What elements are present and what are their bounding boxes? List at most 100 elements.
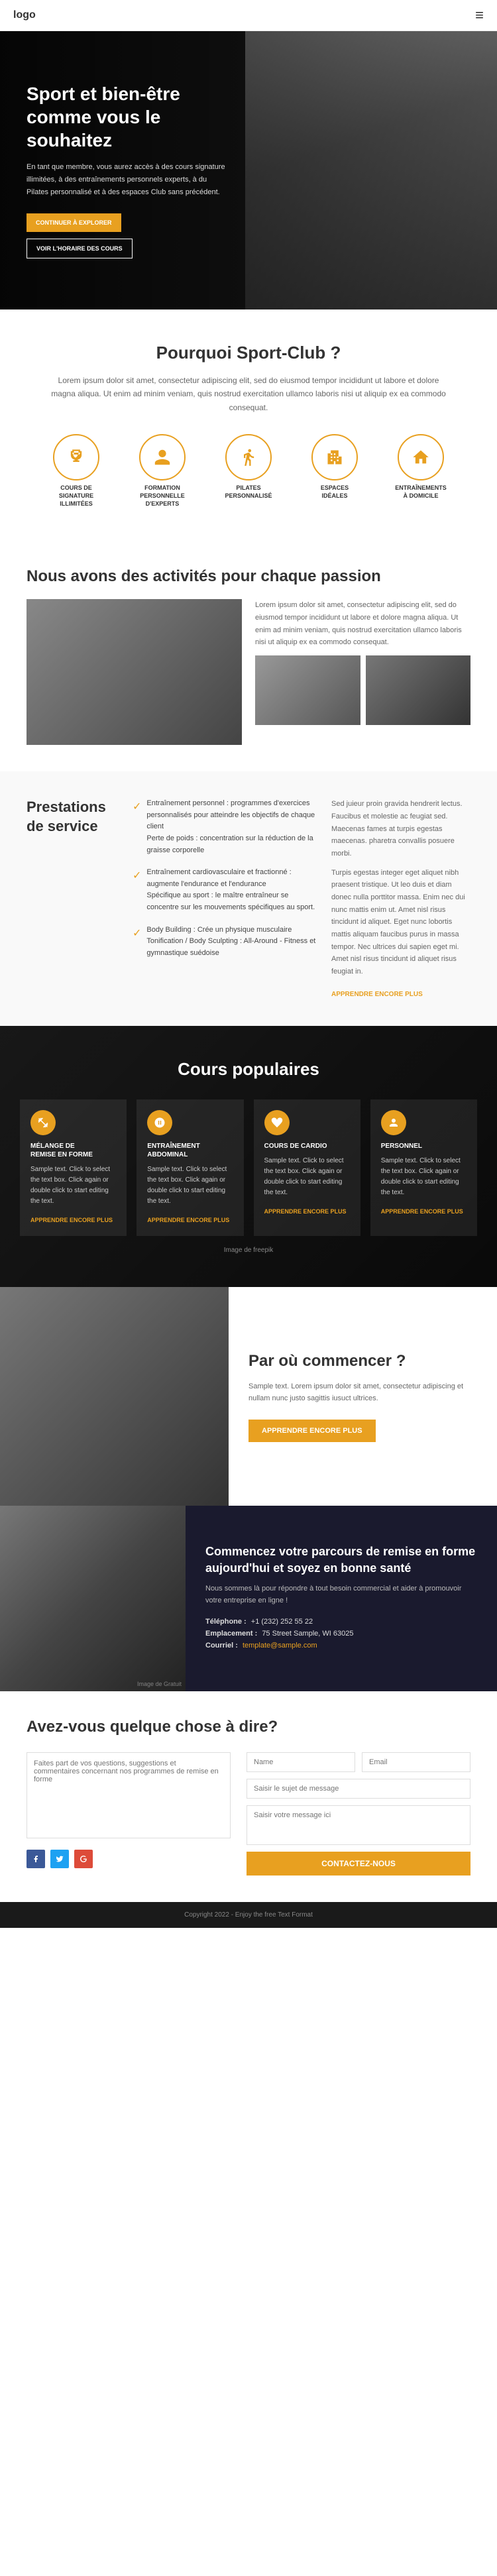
contact-email-value[interactable]: template@sample.com	[243, 1642, 317, 1650]
twitter-icon[interactable]	[50, 1850, 69, 1868]
activity-image-top-right	[255, 655, 360, 725]
message-input[interactable]	[247, 1805, 470, 1845]
hero-section: Sport et bien-être comme vous le souhait…	[0, 31, 497, 309]
hero-buttons: CONTINUER À EXPLORER VOIR L'HORAIRE DES …	[27, 213, 225, 258]
start-image	[0, 1287, 229, 1506]
check-icon-3: ✓	[133, 925, 141, 960]
course-icon-2	[147, 1110, 172, 1135]
logo: logo	[13, 9, 36, 21]
course-card-2: ENTRAÎNEMENT ABDOMINAL Sample text. Clic…	[137, 1099, 243, 1236]
services-learn-more-button[interactable]: APPRENDRE ENCORE PLUS	[331, 991, 423, 998]
service-item-1: ✓ Entraînement personnel : programmes d'…	[133, 798, 318, 856]
start-section: Par où commencer ? Sample text. Lorem ip…	[0, 1287, 497, 1506]
feedback-layout: CONTACTEZ-NOUS	[27, 1752, 470, 1876]
view-schedule-button[interactable]: VOIR L'HORAIRE DES COURS	[27, 239, 133, 258]
footer-text: Copyright 2022 - Enjoy the free Text For…	[184, 1911, 313, 1919]
course-card-4: PERSONNEL Sample text. Click to select t…	[370, 1099, 477, 1236]
activities-small-images	[255, 655, 470, 725]
personal-icon	[388, 1117, 400, 1129]
courses-section: Cours populaires MÉLANGE DE REMISE EN FO…	[0, 1026, 497, 1287]
yoga-icon	[239, 448, 258, 467]
circle-1	[53, 434, 99, 480]
circle-item-5: ENTRAÎNEMENTS À DOMICILE	[384, 434, 457, 508]
contact-email-label: Courriel :	[205, 1642, 238, 1650]
feedback-social-row	[27, 1850, 231, 1868]
circle-label-1: COURS DE SIGNATURE ILLIMITÉES	[59, 484, 93, 508]
contact-location: Emplacement : 75 Street Sample, WI 63025	[205, 1630, 477, 1638]
feedback-section: Avez-vous quelque chose à dire?	[0, 1691, 497, 1902]
start-title: Par où commencer ?	[248, 1351, 477, 1371]
contact-phone: Téléphone : +1 (232) 252 55 22	[205, 1618, 477, 1626]
circle-3	[225, 434, 272, 480]
contact-title: Commencez votre parcours de remise en fo…	[205, 1543, 477, 1577]
hero-title: Sport et bien-être comme vous le souhait…	[27, 82, 225, 152]
google-icon[interactable]	[74, 1850, 93, 1868]
abdominal-icon	[154, 1117, 166, 1129]
hamburger-icon[interactable]: ≡	[475, 7, 484, 24]
circle-label-2: FORMATION PERSONNELLE D'EXPERTS	[140, 484, 185, 508]
start-text: Sample text. Lorem ipsum dolor sit amet,…	[248, 1380, 477, 1405]
why-section: Pourquoi Sport-Club ? Lorem ipsum dolor …	[0, 309, 497, 541]
circle-5	[398, 434, 444, 480]
continue-button[interactable]: CONTINUER À EXPLORER	[27, 213, 121, 232]
email-input[interactable]	[362, 1752, 470, 1772]
course-card-3: COURS DE CARDIO Sample text. Click to se…	[254, 1099, 360, 1236]
icon-circles-container: COURS DE SIGNATURE ILLIMITÉES FORMATION …	[40, 434, 457, 508]
services-title: Prestations de service	[27, 798, 119, 836]
activities-title: Nous avons des activités pour chaque pas…	[27, 567, 470, 586]
course-text-1: Sample text. Click to select the text bo…	[30, 1164, 116, 1207]
activities-text-images: Lorem ipsum dolor sit amet, consectetur …	[255, 599, 470, 725]
course-name-1: MÉLANGE DE REMISE EN FORME	[30, 1142, 116, 1159]
service-text-3: Body Building : Crée un physique muscula…	[146, 924, 318, 960]
circle-label-3: PILATES PERSONNALISÉ	[225, 484, 272, 500]
course-text-3: Sample text. Click to select the text bo…	[264, 1156, 350, 1198]
contact-section: Image de Gratuit Commencez votre parcour…	[0, 1506, 497, 1691]
start-content: Par où commencer ? Sample text. Lorem ip…	[229, 1287, 497, 1506]
service-text-2: Entraînement cardiovasculaire et fractio…	[146, 867, 318, 913]
submit-button[interactable]: CONTACTEZ-NOUS	[247, 1852, 470, 1876]
course-link-3[interactable]: APPRENDRE ENCORE PLUS	[264, 1208, 347, 1215]
home-icon	[412, 448, 430, 467]
circle-item-4: ESPACES IDÉALES	[298, 434, 371, 508]
hero-content: Sport et bien-être comme vous le souhait…	[0, 62, 252, 278]
contact-image: Image de Gratuit	[0, 1506, 186, 1691]
services-list: ✓ Entraînement personnel : programmes d'…	[133, 798, 331, 999]
start-person	[0, 1287, 229, 1506]
circle-2	[139, 434, 186, 480]
person-icon	[153, 448, 172, 467]
name-input[interactable]	[247, 1752, 355, 1772]
why-title: Pourquoi Sport-Club ?	[40, 343, 457, 363]
course-text-4: Sample text. Click to select the text bo…	[381, 1156, 467, 1198]
contact-image-source: Image de Gratuit	[137, 1681, 182, 1687]
contact-location-label: Emplacement :	[205, 1630, 257, 1638]
course-icon-1	[30, 1110, 56, 1135]
check-icon-1: ✓	[133, 799, 141, 856]
course-link-1[interactable]: APPRENDRE ENCORE PLUS	[30, 1217, 113, 1223]
contact-email: Courriel : template@sample.com	[205, 1642, 477, 1650]
course-link-2[interactable]: APPRENDRE ENCORE PLUS	[147, 1217, 229, 1223]
fitness-icon	[37, 1117, 49, 1129]
service-item-2: ✓ Entraînement cardiovasculaire et fract…	[133, 867, 318, 913]
footer: Copyright 2022 - Enjoy the free Text For…	[0, 1902, 497, 1928]
activity-image-bottom-right	[366, 655, 471, 725]
courses-grid: MÉLANGE DE REMISE EN FORME Sample text. …	[20, 1099, 477, 1236]
contact-phone-value: +1 (232) 252 55 22	[251, 1618, 313, 1626]
activity-image-large	[27, 599, 242, 745]
building-icon	[325, 448, 344, 467]
services-right-text2: Turpis egestas integer eget aliquet nibh…	[331, 867, 470, 978]
feedback-left	[27, 1752, 231, 1876]
start-button[interactable]: APPRENDRE ENCORE PLUS	[248, 1420, 376, 1442]
subject-input[interactable]	[247, 1779, 470, 1799]
feedback-textarea[interactable]	[27, 1752, 231, 1838]
trophy-icon	[67, 448, 85, 467]
services-right-text1: Sed juieur proin gravida hendrerit lectu…	[331, 798, 470, 860]
facebook-icon[interactable]	[27, 1850, 45, 1868]
activities-layout: Lorem ipsum dolor sit amet, consectetur …	[27, 599, 470, 745]
course-name-4: PERSONNEL	[381, 1142, 467, 1150]
course-icon-4	[381, 1110, 406, 1135]
circle-item-2: FORMATION PERSONNELLE D'EXPERTS	[126, 434, 199, 508]
course-link-4[interactable]: APPRENDRE ENCORE PLUS	[381, 1208, 463, 1215]
contact-location-value: 75 Street Sample, WI 63025	[262, 1630, 353, 1638]
course-text-2: Sample text. Click to select the text bo…	[147, 1164, 233, 1207]
services-section: Prestations de service ✓ Entraînement pe…	[0, 771, 497, 1026]
